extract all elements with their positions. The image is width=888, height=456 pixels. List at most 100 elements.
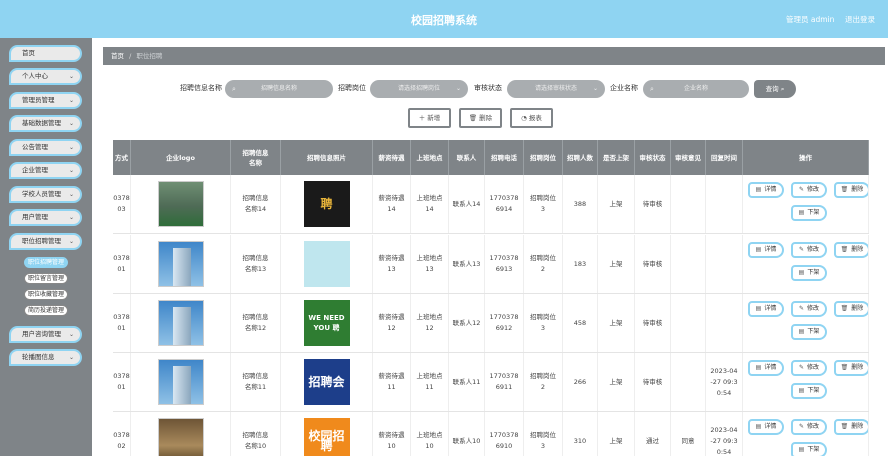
table-cell: WE NEED YOU 聘 bbox=[281, 294, 373, 352]
search-icon: ⌕ bbox=[650, 85, 654, 93]
name-search-input[interactable]: ⌕ 招聘信息名称 bbox=[225, 80, 333, 98]
current-user: 管理员 admin bbox=[786, 15, 835, 24]
column-header[interactable]: 是否上架 bbox=[598, 140, 635, 175]
sidebar-item[interactable]: 首页 bbox=[9, 45, 82, 62]
unshelf-button[interactable]: ▤ 下架 bbox=[791, 265, 827, 281]
table-cell: 待审核 bbox=[635, 175, 671, 233]
sidebar-subitem[interactable]: 职位招聘管理 bbox=[24, 257, 68, 268]
table-cell bbox=[671, 235, 706, 293]
operations-cell: ▤ 详情 ✎ 修改 🗑 删除 ▤ 下架 bbox=[743, 235, 869, 293]
column-header[interactable]: 上班地点 bbox=[411, 140, 449, 175]
table-cell: 上架 bbox=[598, 175, 635, 233]
job-photo-image: 校园招聘 bbox=[303, 418, 350, 456]
button-label: 下架 bbox=[807, 328, 820, 335]
button-label: 下架 bbox=[807, 387, 820, 394]
unshelf-button[interactable]: ▤ 下架 bbox=[791, 383, 827, 399]
trash-icon: 🗑 bbox=[840, 246, 849, 253]
delete-button[interactable]: 🗑 删除 bbox=[459, 108, 502, 128]
add-button[interactable]: ＋ 新增 bbox=[408, 108, 451, 128]
edit-button[interactable]: ✎ 修改 bbox=[791, 419, 827, 435]
table-row: 0378 01 招聘信息 名称13 薪资待遇 13 上班地点 13 联系人13 17703… bbox=[113, 235, 869, 294]
delete-row-button[interactable]: 🗑 删除 bbox=[834, 301, 868, 317]
column-header[interactable]: 方式 bbox=[113, 140, 131, 175]
edit-button[interactable]: ✎ 修改 bbox=[791, 360, 827, 376]
delete-row-button[interactable]: 🗑 删除 bbox=[834, 182, 868, 198]
detail-button[interactable]: ▤ 详情 bbox=[748, 301, 784, 317]
chevron-down-icon: ⌄ bbox=[68, 331, 74, 338]
edit-button[interactable]: ✎ 修改 bbox=[791, 301, 827, 317]
sidebar-item-label: 管理员管理 bbox=[22, 96, 55, 104]
button-label: 修改 bbox=[807, 364, 820, 371]
table-cell: 1770378 6912 bbox=[485, 294, 524, 352]
logout-link[interactable]: 退出登录 bbox=[845, 14, 875, 25]
sidebar-item[interactable]: 个人中心 ⌄ bbox=[9, 68, 82, 85]
column-header[interactable]: 招聘信息 名称 bbox=[231, 140, 281, 175]
column-header[interactable]: 薪资待遇 bbox=[373, 140, 411, 175]
delete-row-button[interactable]: 🗑 删除 bbox=[834, 419, 868, 435]
detail-button[interactable]: ▤ 详情 bbox=[748, 360, 784, 376]
sidebar-item[interactable]: 轮播图信息 ⌄ bbox=[9, 349, 82, 366]
post-select[interactable]: 请选择招聘岗位 ⌄ bbox=[370, 80, 468, 98]
operations-cell: ▤ 详情 ✎ 修改 🗑 删除 ▤ 下架 bbox=[743, 175, 869, 233]
table-cell: 上架 bbox=[598, 412, 635, 456]
delete-row-button[interactable]: 🗑 删除 bbox=[834, 360, 868, 376]
query-button[interactable]: 查询 ⌕ bbox=[754, 80, 796, 98]
sidebar-subitem[interactable]: 职位收藏管理 bbox=[24, 289, 68, 300]
column-header[interactable]: 企业logo bbox=[131, 140, 231, 175]
chart-icon: ◔ bbox=[521, 114, 527, 122]
table-cell: 招聘岗位 2 bbox=[524, 353, 563, 411]
button-label: 详情 bbox=[764, 246, 777, 253]
column-header[interactable]: 回复时间 bbox=[706, 140, 743, 175]
column-header[interactable]: 招聘电话 bbox=[485, 140, 524, 175]
sidebar-item-label: 基础数据管理 bbox=[22, 119, 61, 127]
table-cell: 招聘岗位 3 bbox=[524, 412, 563, 456]
edit-button[interactable]: ✎ 修改 bbox=[791, 242, 827, 258]
sidebar-item[interactable]: 管理员管理 ⌄ bbox=[9, 92, 82, 109]
table-cell: 招聘岗位 3 bbox=[524, 175, 563, 233]
sidebar-item[interactable]: 学校人员管理 ⌄ bbox=[9, 186, 82, 203]
sidebar-item[interactable]: 用户咨询管理 ⌄ bbox=[9, 326, 82, 343]
document-icon: ▤ bbox=[755, 305, 762, 312]
column-header[interactable]: 招聘信息照片 bbox=[281, 140, 373, 175]
table-cell: 0378 02 bbox=[113, 412, 131, 456]
unshelf-button[interactable]: ▤ 下架 bbox=[791, 324, 827, 340]
company-logo-image bbox=[157, 300, 204, 346]
table-cell bbox=[671, 294, 706, 352]
sidebar-item[interactable]: 职位招聘管理 ⌄ bbox=[9, 233, 82, 250]
sidebar-subitem[interactable]: 职位留言管理 bbox=[24, 273, 68, 284]
edit-button[interactable]: ✎ 修改 bbox=[791, 182, 827, 198]
sidebar-item[interactable]: 公告管理 ⌄ bbox=[9, 139, 82, 156]
column-header[interactable]: 招聘岗位 bbox=[524, 140, 563, 175]
table-cell: 待审核 bbox=[635, 353, 671, 411]
column-header[interactable]: 联系人 bbox=[449, 140, 485, 175]
button-label: 删除 bbox=[851, 423, 864, 430]
unshelf-button[interactable]: ▤ 下架 bbox=[791, 442, 827, 456]
detail-button[interactable]: ▤ 详情 bbox=[748, 242, 784, 258]
sidebar-item[interactable]: 用户管理 ⌄ bbox=[9, 209, 82, 226]
detail-button[interactable]: ▤ 详情 bbox=[748, 182, 784, 198]
building-shape bbox=[172, 248, 191, 286]
breadcrumb-home[interactable]: 首页 bbox=[111, 52, 124, 60]
table-cell: 266 bbox=[563, 353, 598, 411]
report-button[interactable]: ◔ 报表 bbox=[510, 108, 553, 128]
document-icon: ▤ bbox=[798, 209, 805, 216]
column-header[interactable]: 审核意见 bbox=[671, 140, 706, 175]
table-cell bbox=[131, 294, 231, 352]
delete-row-button[interactable]: 🗑 删除 bbox=[834, 242, 868, 258]
trash-icon: 🗑 bbox=[840, 364, 849, 371]
status-select[interactable]: 请选择审核状态 ⌄ bbox=[507, 80, 605, 98]
building-shape bbox=[172, 307, 191, 345]
unshelf-button[interactable]: ▤ 下架 bbox=[791, 205, 827, 221]
sidebar-subitem[interactable]: 简历投递管理 bbox=[24, 305, 68, 316]
detail-button[interactable]: ▤ 详情 bbox=[748, 419, 784, 435]
column-header[interactable]: 招聘人数 bbox=[563, 140, 598, 175]
column-header[interactable]: 操作 bbox=[743, 140, 869, 175]
column-header[interactable]: 审核状态 bbox=[635, 140, 671, 175]
company-search-input[interactable]: ⌕ 企业名称 bbox=[643, 80, 749, 98]
button-label: 详情 bbox=[764, 423, 777, 430]
table-cell: 待审核 bbox=[635, 235, 671, 293]
sidebar-item[interactable]: 基础数据管理 ⌄ bbox=[9, 115, 82, 132]
table-cell: 上架 bbox=[598, 235, 635, 293]
table-cell bbox=[131, 175, 231, 233]
sidebar-item[interactable]: 企业管理 ⌄ bbox=[9, 162, 82, 179]
